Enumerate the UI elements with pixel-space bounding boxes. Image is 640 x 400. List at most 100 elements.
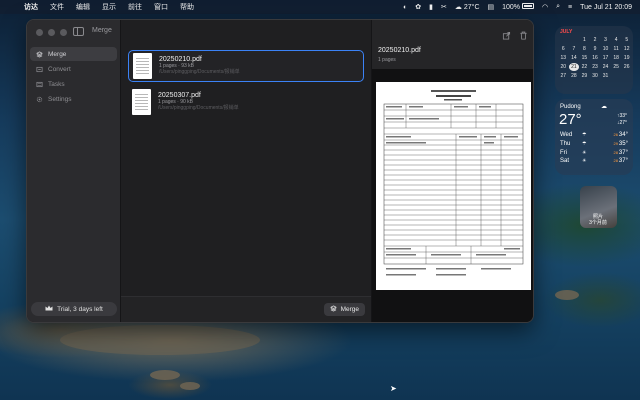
calendar-day: 5 (625, 37, 629, 43)
sidebar-nav: Merge Convert Tasks Settings (30, 47, 117, 107)
pdf-thumbnail (132, 89, 151, 115)
calendar-day: 9 (593, 46, 597, 52)
stack-icon (36, 50, 43, 58)
calendar-day: 18 (613, 55, 619, 61)
preview-canvas[interactable] (372, 69, 533, 322)
forecast-low: 28 (613, 158, 618, 164)
calendar-day (558, 36, 569, 44)
calendar-day: 19 (623, 55, 630, 61)
calendar-day: 12 (623, 46, 630, 52)
calendar-day: 14 (571, 55, 577, 61)
calendar-day: 22 (581, 64, 588, 70)
calendar-day: 26 (623, 64, 630, 70)
sidebar-item-label: Merge (48, 50, 67, 58)
minimize-button[interactable] (48, 29, 55, 36)
sidebar-item-label: Settings (48, 95, 72, 103)
clock[interactable]: Tue Jul 21 20:09 (580, 4, 632, 11)
merge-button[interactable]: Merge (323, 303, 365, 316)
weather-high: ↑33° (616, 113, 627, 119)
file-card[interactable]: 20250307.pdf 1 pages · 90 kB /Users/ping… (128, 86, 364, 118)
trash-icon[interactable] (519, 27, 528, 45)
merge-button-label: Merge (340, 306, 359, 313)
sidebar-item-label: Tasks (48, 80, 65, 88)
trial-label: Trial, 3 days left (57, 305, 103, 313)
menu-window[interactable]: 窗口 (148, 2, 174, 12)
wifi-icon[interactable]: ◠ (542, 3, 548, 11)
menu-go[interactable]: 前往 (122, 2, 148, 12)
menu-view[interactable]: 显示 (96, 2, 122, 12)
coastline (60, 325, 260, 355)
zoom-button[interactable] (60, 29, 67, 36)
calendar-day: 31 (602, 73, 609, 79)
calendar-day: 17 (602, 55, 609, 61)
weather-widget[interactable]: Pudong ☁ 27° ↑33° ↓27° Wed ☂ 2634° Thu ☂… (555, 99, 633, 175)
rain-icon: ☂ (582, 132, 587, 139)
calendar-day: 3 (604, 37, 607, 43)
file-path: /Users/pinggping/Documents/报销单 (158, 105, 239, 112)
file-meta: 20250307.pdf 1 pages · 90 kB /Users/ping… (158, 92, 239, 112)
calendar-widget[interactable]: JULY 1 2 3 4 5 6 7 8 9 10 11 12 13 14 15 16 17 18 19 20 21 22… (555, 26, 633, 94)
control-center-icon[interactable]: ≡ (568, 4, 572, 11)
forecast-temps: 2634° (600, 132, 628, 138)
preview-toolbar (502, 27, 528, 45)
menu-file[interactable]: 文件 (44, 2, 70, 12)
calendar-day: 28 (571, 73, 577, 79)
sidebar-item-tasks[interactable]: Tasks (30, 77, 117, 91)
window-title: Merge (92, 27, 112, 34)
sidebar-item-merge[interactable]: Merge (30, 47, 117, 61)
forecast-temps: 2837° (600, 150, 628, 156)
share-icon[interactable] (502, 27, 511, 45)
calendar-day: 11 (613, 46, 619, 52)
forecast-temps: 2935° (600, 141, 628, 147)
trial-badge[interactable]: Trial, 3 days left (31, 302, 117, 316)
calendar-day (621, 72, 632, 80)
photos-caption: 照片 3个月前 (589, 214, 607, 226)
flower-icon[interactable]: ✿ (415, 3, 421, 11)
sidebar-item-label: Convert (48, 65, 71, 73)
clipboard-icon[interactable]: ▤ (488, 3, 495, 11)
forecast-row: Sat ☀ 2837° (560, 157, 628, 166)
close-button[interactable] (36, 29, 43, 36)
forecast-low: 28 (613, 149, 618, 155)
forecast-high: 37° (618, 158, 628, 165)
weather-forecast: Wed ☂ 2634° Thu ☂ 2935° Fri ☀ 2837° Sat … (560, 131, 628, 166)
calendar-day: 10 (602, 46, 609, 52)
forecast-day: Wed (560, 132, 573, 139)
mic-icon[interactable]: ▮ (429, 3, 433, 11)
sidebar-item-convert[interactable]: Convert (30, 62, 117, 76)
focus-icon[interactable]: ◐ (403, 4, 407, 11)
sidebar-toggle-icon[interactable] (73, 27, 84, 36)
battery-icon (521, 3, 534, 9)
calendar-day: 23 (592, 64, 598, 70)
calendar-day: 30 (592, 73, 598, 79)
battery-status[interactable]: 100% (502, 3, 534, 11)
sidebar: Merge Merge Convert Tasks Settings Trial… (27, 20, 121, 322)
calendar-day: 25 (613, 64, 619, 70)
file-card[interactable]: 20250210.pdf 1 pages · 93 kB /Users/ping… (128, 50, 364, 82)
convert-icon (36, 66, 43, 73)
calendar-day: 29 (581, 73, 588, 79)
calendar-month: JULY (560, 29, 573, 35)
menu-help[interactable]: 帮助 (174, 2, 200, 12)
preview-panel: 20250210.pdf 1 pages (371, 20, 533, 322)
preview-page-count: 1 pages (378, 57, 396, 63)
menu-finder[interactable]: 访达 (18, 2, 44, 12)
forecast-day: Sat (560, 158, 570, 165)
calendar-day (611, 72, 622, 80)
forecast-high: 35° (618, 141, 628, 148)
forecast-day: Thu (560, 141, 571, 148)
pdf-page-preview (376, 82, 531, 290)
calendar-day: 13 (560, 55, 567, 61)
calendar-grid: 1 2 3 4 5 6 7 8 9 10 11 12 13 14 15 16 17 18 19 20 21 22 23 24 2… (558, 36, 632, 80)
menu-edit[interactable]: 编辑 (70, 2, 96, 12)
crown-icon (45, 305, 53, 313)
scissors-icon[interactable]: ✂ (441, 3, 447, 11)
search-icon[interactable]: ⌕ (556, 3, 560, 11)
forecast-high: 37° (618, 149, 628, 156)
calendar-day: 1 (583, 37, 586, 43)
weather-status[interactable]: ☁ 27°C (455, 3, 480, 11)
weather-hilo: ↑33° ↓27° (617, 113, 627, 126)
gear-icon (36, 96, 43, 103)
rain-icon: ☂ (582, 141, 587, 148)
sidebar-item-settings[interactable]: Settings (30, 92, 117, 106)
